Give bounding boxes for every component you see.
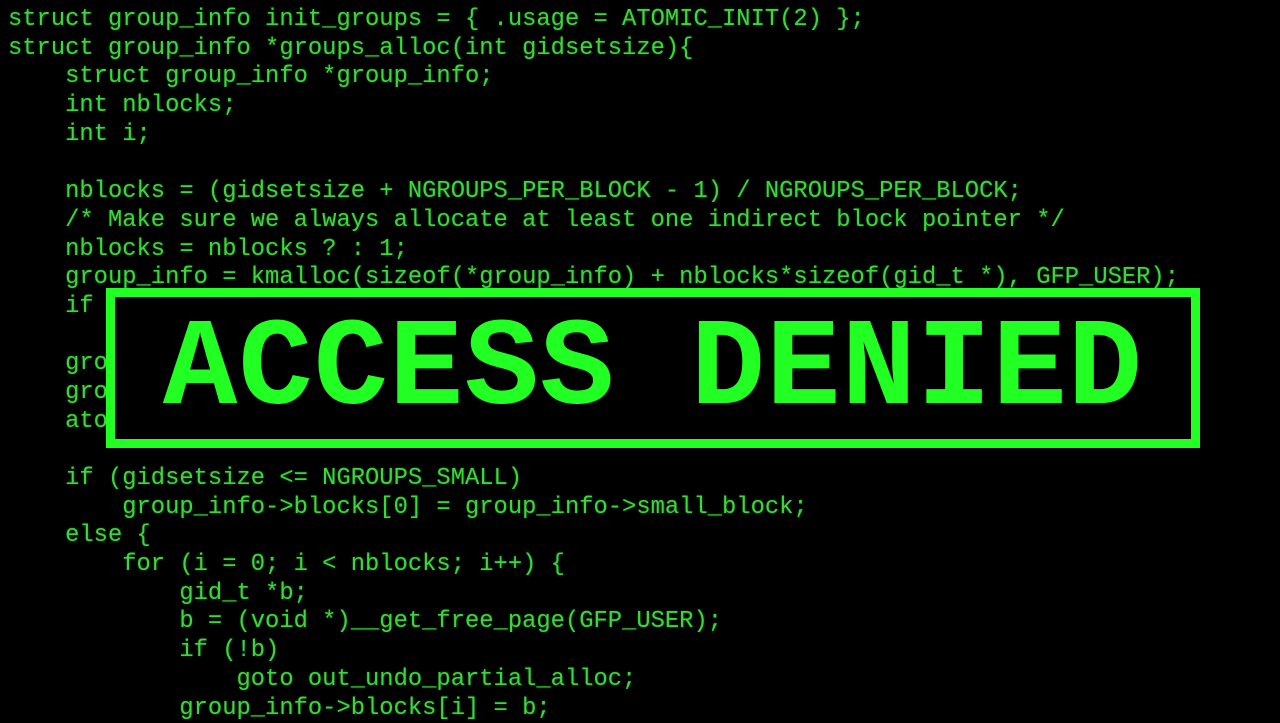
code-line: if (!b)	[8, 637, 1179, 666]
code-line: group_info->blocks[0] = group_info->smal…	[8, 494, 1179, 523]
access-denied-title: ACCESS DENIED	[163, 309, 1143, 433]
access-denied-banner: ACCESS DENIED	[106, 288, 1200, 448]
code-line: gid_t *b;	[8, 580, 1179, 609]
code-line: nblocks = nblocks ? : 1;	[8, 236, 1179, 265]
code-line: int i;	[8, 121, 1179, 150]
code-line: int nblocks;	[8, 92, 1179, 121]
code-line	[8, 149, 1179, 178]
code-line: struct group_info *group_info;	[8, 63, 1179, 92]
code-line: /* Make sure we always allocate at least…	[8, 207, 1179, 236]
code-line: for (i = 0; i < nblocks; i++) {	[8, 551, 1179, 580]
code-line: else {	[8, 522, 1179, 551]
code-line: group_info->blocks[i] = b;	[8, 695, 1179, 723]
code-line: nblocks = (gidsetsize + NGROUPS_PER_BLOC…	[8, 178, 1179, 207]
code-line: struct group_info *groups_alloc(int gids…	[8, 35, 1179, 64]
code-line: if (gidsetsize <= NGROUPS_SMALL)	[8, 465, 1179, 494]
code-line: b = (void *)__get_free_page(GFP_USER);	[8, 608, 1179, 637]
code-line: struct group_info init_groups = { .usage…	[8, 6, 1179, 35]
code-line: goto out_undo_partial_alloc;	[8, 666, 1179, 695]
